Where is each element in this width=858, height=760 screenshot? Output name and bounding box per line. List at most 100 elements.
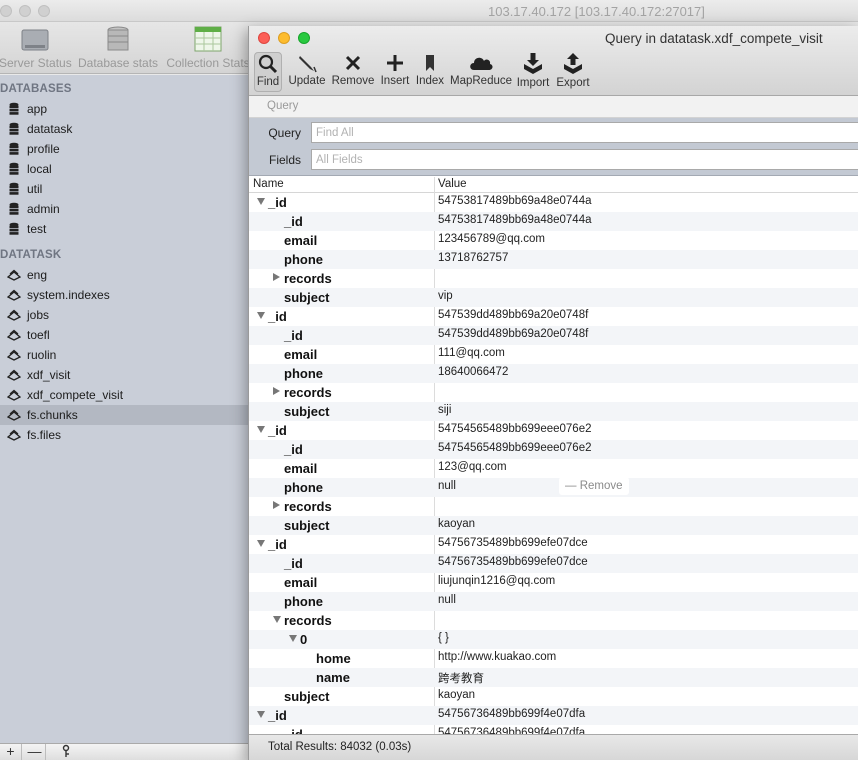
table-row[interactable]: subject siji <box>249 402 858 421</box>
import-button[interactable]: Import <box>515 52 551 92</box>
database-icon <box>9 102 19 115</box>
table-row[interactable]: _id 54756736489bb699f4e07dfa <box>249 706 858 725</box>
query-input[interactable] <box>311 122 858 143</box>
sidebar-database-admin[interactable]: admin <box>0 199 250 219</box>
minimize-button[interactable] <box>278 32 290 44</box>
collection-icon <box>7 369 21 381</box>
table-row[interactable]: subject vip <box>249 288 858 307</box>
table-row[interactable]: email 111@qq.com <box>249 345 858 364</box>
sidebar-item-label: datatask <box>27 122 73 136</box>
field-name: name <box>316 670 350 685</box>
fields-input[interactable] <box>311 149 858 170</box>
mapreduce-button[interactable]: MapReduce <box>450 52 512 92</box>
settings-button[interactable] <box>55 744 77 760</box>
table-row[interactable]: _id 54754565489bb699eee076e2 <box>249 421 858 440</box>
table-row[interactable]: _id 54756735489bb699efe07dce <box>249 554 858 573</box>
bg-minimize-button[interactable] <box>19 5 31 17</box>
sidebar-database-app[interactable]: app <box>0 99 250 119</box>
query-window-title: Query in datatask.xdf_compete_visit <box>605 31 823 46</box>
disclosure-triangle-icon[interactable] <box>273 501 280 509</box>
sidebar-item-label: toefl <box>27 328 50 342</box>
table-row[interactable]: 0 { } <box>249 630 858 649</box>
table-row[interactable]: name 跨考教育 <box>249 668 858 687</box>
sidebar-collection-eng[interactable]: eng <box>0 265 250 285</box>
sidebar-collection-xdf-visit[interactable]: xdf_visit <box>0 365 250 385</box>
column-header-name[interactable]: Name <box>253 178 284 190</box>
export-button[interactable]: Export <box>554 52 592 92</box>
databases-header: DATABASES <box>0 83 72 95</box>
tab-query[interactable]: Query <box>267 100 298 112</box>
find-button[interactable]: Find <box>254 52 282 92</box>
remove-context-hint[interactable]: — Remove <box>559 477 629 495</box>
remove-button[interactable]: — <box>24 744 46 760</box>
field-value: 547539dd489bb69a20e0748f <box>438 328 589 340</box>
table-row[interactable]: home http://www.kuakao.com <box>249 649 858 668</box>
sidebar-database-datatask[interactable]: datatask <box>0 119 250 139</box>
table-row[interactable]: email 123@qq.com <box>249 459 858 478</box>
collection-stats-button[interactable]: Collection Stats <box>166 22 250 74</box>
disclosure-triangle-icon[interactable] <box>273 616 281 623</box>
table-row[interactable]: _id 54753817489bb69a48e0744a <box>249 212 858 231</box>
bg-zoom-button[interactable] <box>38 5 50 17</box>
index-button[interactable]: Index <box>415 52 445 92</box>
fields-label: Fields <box>268 153 301 167</box>
sidebar-collection-fs-files[interactable]: fs.files <box>0 425 250 445</box>
disclosure-triangle-icon[interactable] <box>257 426 265 433</box>
sidebar-collection-system-indexes[interactable]: system.indexes <box>0 285 250 305</box>
collection-icon <box>7 329 21 341</box>
disclosure-triangle-icon[interactable] <box>257 711 265 718</box>
table-row[interactable]: phone 18640066472 <box>249 364 858 383</box>
disclosure-triangle-icon[interactable] <box>257 540 265 547</box>
field-name: records <box>284 271 332 286</box>
field-name: subject <box>284 290 330 305</box>
table-row[interactable]: _id 54756735489bb699efe07dce <box>249 535 858 554</box>
table-row[interactable]: records <box>249 497 858 516</box>
sidebar-collection-xdf-compete-visit[interactable]: xdf_compete_visit <box>0 385 250 405</box>
sidebar-database-profile[interactable]: profile <box>0 139 250 159</box>
table-row[interactable]: phone 13718762757 <box>249 250 858 269</box>
table-row[interactable]: phone null <box>249 478 858 497</box>
table-row[interactable]: subject kaoyan <box>249 516 858 535</box>
disclosure-triangle-icon[interactable] <box>273 273 280 281</box>
remove-doc-button[interactable]: Remove <box>331 52 375 92</box>
field-value: null <box>438 594 456 606</box>
sidebar-database-test[interactable]: test <box>0 219 250 239</box>
close-button[interactable] <box>258 32 270 44</box>
disclosure-triangle-icon[interactable] <box>257 198 265 205</box>
disclosure-triangle-icon[interactable] <box>289 635 297 642</box>
insert-button[interactable]: Insert <box>379 52 411 92</box>
database-stats-button[interactable]: Database stats <box>78 22 158 74</box>
table-row[interactable]: records <box>249 383 858 402</box>
sidebar-database-util[interactable]: util <box>0 179 250 199</box>
table-row[interactable]: email 123456789@qq.com <box>249 231 858 250</box>
disclosure-triangle-icon[interactable] <box>257 312 265 319</box>
table-row[interactable]: _id 547539dd489bb69a20e0748f <box>249 326 858 345</box>
server-status-label: Server Status <box>0 56 72 70</box>
sidebar-collection-fs-chunks[interactable]: fs.chunks <box>0 405 250 425</box>
table-row[interactable]: subject kaoyan <box>249 687 858 706</box>
add-button[interactable]: + <box>0 744 22 760</box>
table-row[interactable]: email liujunqin1216@qq.com <box>249 573 858 592</box>
table-row[interactable]: _id 54756736489bb699f4e07dfa <box>249 725 858 734</box>
table-row[interactable]: _id 54754565489bb699eee076e2 <box>249 440 858 459</box>
table-row[interactable]: _id 54753817489bb69a48e0744a <box>249 193 858 212</box>
sidebar-database-local[interactable]: local <box>0 159 250 179</box>
sidebar-item-label: util <box>27 182 43 196</box>
magnifier-icon <box>258 54 278 74</box>
table-row[interactable]: phone null <box>249 592 858 611</box>
column-header-value[interactable]: Value <box>438 178 467 190</box>
disclosure-triangle-icon[interactable] <box>273 387 280 395</box>
sidebar-collection-ruolin[interactable]: ruolin <box>0 345 250 365</box>
field-value: 18640066472 <box>438 366 509 378</box>
sidebar-collection-toefl[interactable]: toefl <box>0 325 250 345</box>
sidebar-collection-jobs[interactable]: jobs <box>0 305 250 325</box>
zoom-button[interactable] <box>298 32 310 44</box>
sidebar-bottom-bar: + — <box>0 743 250 760</box>
table-row[interactable]: _id 547539dd489bb69a20e0748f <box>249 307 858 326</box>
server-status-button[interactable]: Server Status <box>0 22 72 74</box>
update-button[interactable]: Update <box>287 52 327 92</box>
field-value: kaoyan <box>438 518 476 530</box>
table-row[interactable]: records <box>249 611 858 630</box>
bg-close-button[interactable] <box>0 5 12 17</box>
table-row[interactable]: records <box>249 269 858 288</box>
